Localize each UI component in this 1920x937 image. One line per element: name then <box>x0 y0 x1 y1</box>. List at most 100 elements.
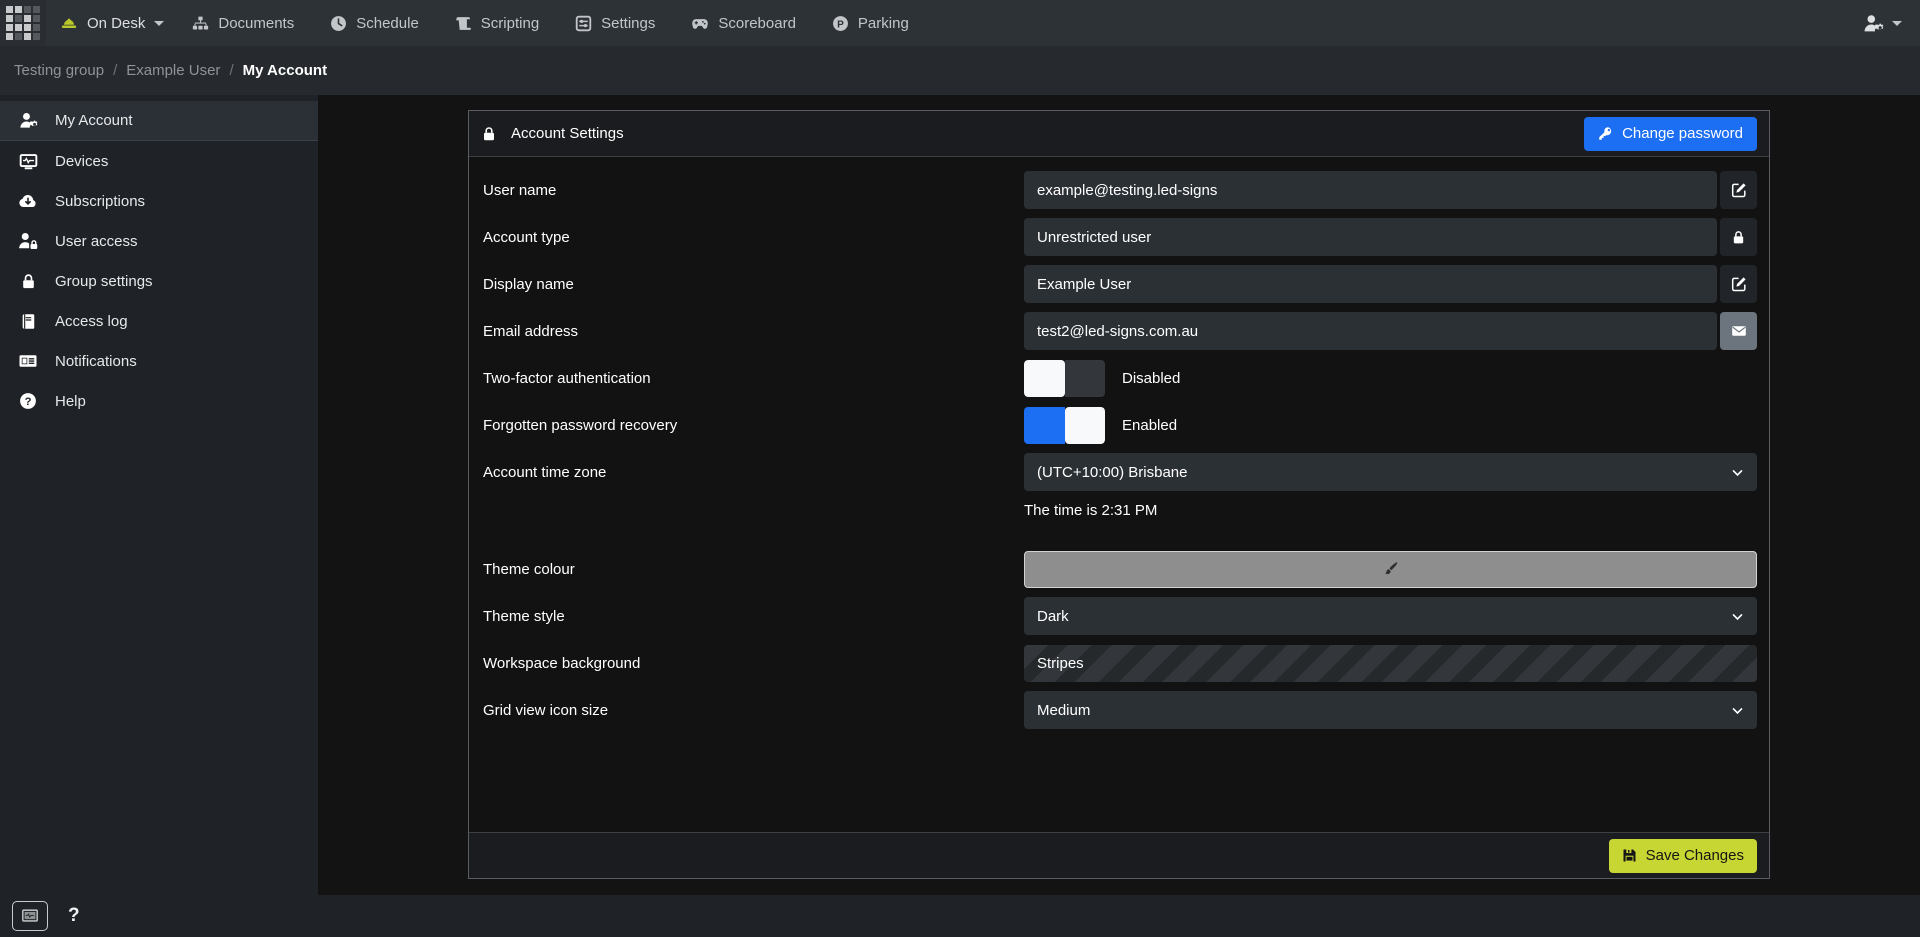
workspace-background-label: Workspace background <box>481 655 1024 672</box>
theme-style-select[interactable]: Dark <box>1024 597 1757 635</box>
user-gear-icon <box>16 111 40 130</box>
sidebar-item-label: Subscriptions <box>55 193 145 210</box>
edit-user-name-button[interactable] <box>1720 171 1757 209</box>
nav-label: Documents <box>218 15 294 32</box>
nav-label: Settings <box>601 15 655 32</box>
paintbrush-icon <box>1383 561 1399 577</box>
nav-item-settings[interactable]: Settings <box>575 15 655 32</box>
pixel-grid-logo-icon <box>6 6 40 40</box>
account-menu[interactable] <box>1863 13 1902 34</box>
sidebar-item-label: Notifications <box>55 353 137 370</box>
time-zone-label: Account time zone <box>481 464 1024 481</box>
app-logo[interactable] <box>0 0 46 46</box>
account-type-label: Account type <box>481 229 1024 246</box>
cloud-download-icon <box>16 191 40 211</box>
sidebar-item-help[interactable]: ? Help <box>0 381 318 421</box>
password-recovery-status: Enabled <box>1122 417 1177 434</box>
nav-label: Scripting <box>481 15 539 32</box>
theme-style-value: Dark <box>1037 608 1069 625</box>
panel-title: Account Settings <box>511 125 624 142</box>
email-action-button[interactable] <box>1720 312 1757 350</box>
sliders-square-icon <box>575 15 592 32</box>
gamepad-icon <box>691 14 709 32</box>
user-lock-icon <box>16 231 40 251</box>
floppy-disk-icon <box>1622 848 1637 863</box>
account-type-locked-button[interactable] <box>1720 218 1757 256</box>
chevron-down-icon <box>1731 704 1744 717</box>
sidebar-item-notifications[interactable]: Notifications <box>0 341 318 381</box>
nav-item-scripting[interactable]: Scripting <box>455 15 539 32</box>
breadcrumb-group[interactable]: Testing group <box>14 62 104 79</box>
sidebar-item-label: Access log <box>55 313 128 330</box>
theme-colour-label: Theme colour <box>481 561 1024 578</box>
display-name-input[interactable] <box>1024 265 1717 303</box>
two-factor-toggle[interactable] <box>1024 360 1105 397</box>
scroll-icon <box>455 15 472 32</box>
display-name-label: Display name <box>481 276 1024 293</box>
key-icon <box>1598 126 1613 141</box>
workspace-background-value: Stripes <box>1037 655 1084 672</box>
question-circle-icon: ? <box>16 392 40 410</box>
save-changes-label: Save Changes <box>1646 847 1744 864</box>
sidebar-item-label: My Account <box>55 112 133 129</box>
nav-item-parking[interactable]: P Parking <box>832 15 909 32</box>
user-name-input[interactable] <box>1024 171 1717 209</box>
user-name-label: User name <box>481 182 1024 199</box>
sidebar-item-my-account[interactable]: My Account <box>0 101 318 141</box>
edit-display-name-button[interactable] <box>1720 265 1757 303</box>
newspaper-icon <box>16 351 40 371</box>
two-factor-label: Two-factor authentication <box>481 370 1024 387</box>
chevron-down-icon <box>154 21 164 26</box>
hard-hat-icon <box>60 14 78 32</box>
sidebar-item-label: Group settings <box>55 273 153 290</box>
sidebar-item-label: Devices <box>55 153 108 170</box>
panel-header: Account Settings Change password <box>469 111 1769 157</box>
panel-footer: Save Changes <box>469 832 1769 878</box>
sitemap-icon <box>192 15 209 32</box>
email-address-input[interactable] <box>1024 312 1717 350</box>
brand-menu[interactable]: On Desk <box>60 14 164 32</box>
current-time-note: The time is 2:31 PM <box>1024 502 1157 519</box>
breadcrumb: Testing group / Example User / My Accoun… <box>0 46 1920 95</box>
top-navigation-bar: On Desk Documents Schedule Scripting <box>0 0 1920 46</box>
grid-icon-size-select[interactable]: Medium <box>1024 691 1757 729</box>
brand-label: On Desk <box>87 15 145 32</box>
lock-icon <box>16 273 40 290</box>
lock-icon <box>481 126 497 142</box>
grid-icon-size-label: Grid view icon size <box>481 702 1024 719</box>
sidebar-item-subscriptions[interactable]: Subscriptions <box>0 181 318 221</box>
account-type-input[interactable] <box>1024 218 1717 256</box>
breadcrumb-separator: / <box>229 62 233 79</box>
breadcrumb-user[interactable]: Example User <box>126 62 220 79</box>
workspace-background-picker[interactable]: Stripes <box>1024 645 1757 682</box>
help-icon[interactable]: ? <box>68 905 80 927</box>
sidebar-item-access-log[interactable]: Access log <box>0 301 318 341</box>
bottom-status-bar: ? <box>0 895 1920 937</box>
breadcrumb-current: My Account <box>243 62 327 79</box>
journal-icon <box>16 313 40 330</box>
chevron-down-icon <box>1731 610 1744 623</box>
sidebar-item-user-access[interactable]: User access <box>0 221 318 261</box>
nav-item-documents[interactable]: Documents <box>192 15 294 32</box>
save-changes-button[interactable]: Save Changes <box>1609 839 1757 873</box>
change-password-button[interactable]: Change password <box>1584 117 1757 151</box>
nav-item-schedule[interactable]: Schedule <box>330 15 419 32</box>
password-recovery-label: Forgotten password recovery <box>481 417 1024 434</box>
nav-item-scoreboard[interactable]: Scoreboard <box>691 14 796 32</box>
tv-pulse-icon <box>16 152 40 171</box>
sidebar-item-group-settings[interactable]: Group settings <box>0 261 318 301</box>
two-factor-status: Disabled <box>1122 370 1180 387</box>
sidebar-item-devices[interactable]: Devices <box>0 141 318 181</box>
screen-preview-button[interactable] <box>12 901 48 931</box>
nav-label: Parking <box>858 15 909 32</box>
svg-text:?: ? <box>25 396 32 408</box>
toggle-knob <box>1024 360 1065 397</box>
clock-icon <box>330 15 347 32</box>
password-recovery-toggle[interactable] <box>1024 407 1105 444</box>
account-settings-panel: Account Settings Change password User na… <box>468 110 1770 879</box>
time-zone-select[interactable]: (UTC+10:00) Brisbane <box>1024 453 1757 491</box>
theme-colour-picker[interactable] <box>1024 551 1757 588</box>
chevron-down-icon <box>1731 466 1744 479</box>
primary-nav: Documents Schedule Scripting Settings Sc… <box>192 14 908 32</box>
sidebar-item-label: Help <box>55 393 86 410</box>
